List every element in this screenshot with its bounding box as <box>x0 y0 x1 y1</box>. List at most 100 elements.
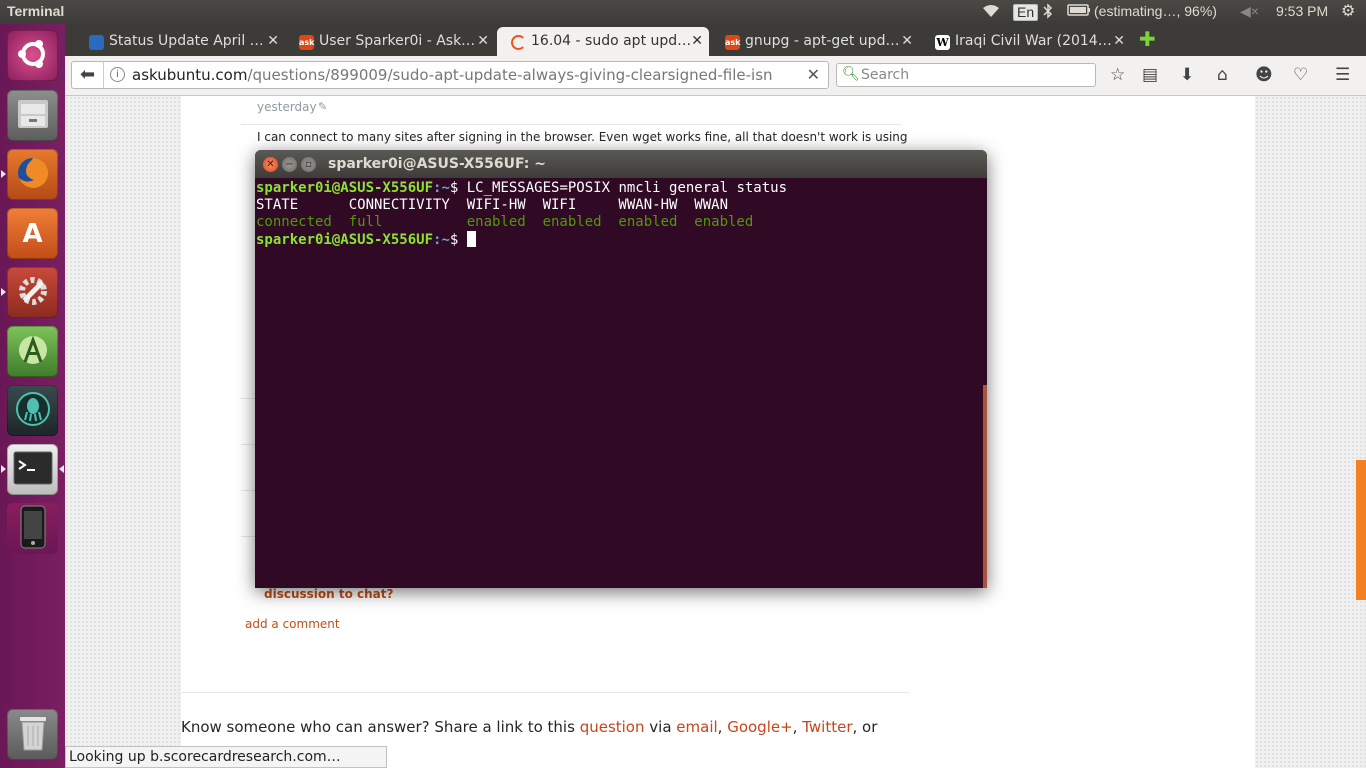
output-header-line: STATE CONNECTIVITY WIFI-HW WIFI WWAN-HW … <box>256 197 729 213</box>
shopping-bag-icon: A <box>22 218 43 249</box>
comment-divider <box>241 124 901 125</box>
wrench-gear-icon <box>14 272 52 314</box>
chat-bubble-icon[interactable]: ☻ <box>1255 65 1273 85</box>
url-text[interactable]: askubuntu.com/questions/899009/sudo-apt-… <box>132 66 772 84</box>
close-window-icon[interactable]: ✕ <box>263 157 278 172</box>
pocket-icon[interactable]: ♡ <box>1293 65 1308 85</box>
wifi-icon[interactable] <box>981 3 1001 22</box>
page-scrollbar-thumb[interactable] <box>1356 460 1366 600</box>
tab-sudo-apt-update[interactable]: 16.04 - sudo apt upd… ✕ <box>497 27 709 56</box>
terminal-prompt-line: sparker0i@ASUS-X556UF:~$ <box>256 231 984 248</box>
search-placeholder: Search <box>861 67 910 83</box>
url-host: askubuntu.com <box>132 66 248 84</box>
battery-icon[interactable] <box>1067 3 1091 20</box>
maximize-window-icon[interactable]: ▫ <box>301 157 316 172</box>
right-background <box>1255 96 1366 768</box>
navigation-toolbar: ⬅ i askubuntu.com/questions/899009/sudo-… <box>65 56 1366 96</box>
window-edge-highlight <box>983 385 987 588</box>
top-panel: Terminal En (estimating…, 96%) ◀× 9:53 P… <box>0 0 1366 24</box>
volume-muted-icon[interactable]: ◀× <box>1240 3 1259 20</box>
clock[interactable]: 9:53 PM <box>1276 3 1328 19</box>
back-arrow-icon[interactable]: ⬅ <box>72 62 104 88</box>
terminal-titlebar[interactable]: ✕ − ▫ sparker0i@ASUS-X556UF: ~ <box>255 150 987 178</box>
battery-status-text[interactable]: (estimating…, 96%) <box>1094 3 1217 19</box>
edited-timestamp[interactable]: yesterday <box>257 100 317 114</box>
askubuntu-favicon-icon: ask <box>725 35 740 50</box>
stop-loading-icon[interactable]: ✕ <box>807 65 820 84</box>
tab-status-update[interactable]: Status Update April … ✕ <box>75 27 285 56</box>
share-googleplus-link[interactable]: Google+ <box>727 718 792 736</box>
share-prefix: Know someone who can answer? Share a lin… <box>181 718 580 736</box>
settings-gear-icon[interactable]: ⚙ <box>1341 1 1355 21</box>
url-bar[interactable]: ⬅ i askubuntu.com/questions/899009/sudo-… <box>71 61 829 89</box>
close-tab-icon[interactable]: ✕ <box>901 33 913 49</box>
section-divider <box>181 692 909 693</box>
prompt-path: :~ <box>433 180 450 196</box>
ubuntu-logo-icon <box>16 37 50 75</box>
file-cabinet-icon <box>15 96 51 136</box>
keyboard-layout-indicator[interactable]: En <box>1013 4 1039 21</box>
pencil-edit-icon[interactable]: ✎ <box>318 100 327 113</box>
reading-list-icon[interactable]: ▤ <box>1142 65 1158 85</box>
bookmark-star-icon[interactable]: ☆ <box>1110 65 1125 85</box>
files-launcher-button[interactable] <box>7 90 58 141</box>
close-tab-icon[interactable]: ✕ <box>691 33 703 49</box>
squid-icon <box>14 390 52 432</box>
share-or: , or <box>852 718 878 736</box>
system-settings-button[interactable] <box>7 267 58 318</box>
terminal-running-indicator <box>1 465 6 473</box>
site-info-icon[interactable]: i <box>110 67 125 82</box>
search-engine-icon[interactable]: 🔍︎ <box>842 66 860 82</box>
trash-launcher-button[interactable] <box>7 709 58 760</box>
text-cursor <box>466 231 476 247</box>
downloads-arrow-icon[interactable]: ⬇ <box>1180 65 1194 85</box>
askubuntu-favicon-icon: ask <box>299 35 314 50</box>
prompt-path: :~ <box>433 232 450 248</box>
search-bar[interactable]: 🔍︎ Search <box>836 63 1096 87</box>
output-status-line: connected full enabled enabled enabled e… <box>256 214 754 230</box>
share-sentence: Know someone who can answer? Share a lin… <box>181 718 878 736</box>
terminal-title: sparker0i@ASUS-X556UF: ~ <box>328 156 547 172</box>
firefox-launcher-button[interactable] <box>7 149 58 200</box>
home-icon[interactable]: ⌂ <box>1217 65 1228 85</box>
terminal-window[interactable]: ✕ − ▫ sparker0i@ASUS-X556UF: ~ sparker0i… <box>255 150 987 588</box>
tab-iraqi-civil-war[interactable]: W Iraqi Civil War (2014… ✕ <box>921 27 1131 56</box>
prompt-symbol: $ <box>449 232 467 248</box>
terminal-icon <box>13 451 53 489</box>
share-twitter-link[interactable]: Twitter <box>802 718 852 736</box>
tab-label: Iraqi Civil War (2014… <box>955 33 1112 49</box>
terminal-screen[interactable]: sparker0i@ASUS-X556UF:~$ LC_MESSAGES=POS… <box>256 180 984 586</box>
wikipedia-favicon-icon: W <box>935 35 950 50</box>
tab-user-sparker0i[interactable]: ask User Sparker0i - Ask… ✕ <box>285 27 495 56</box>
dash-home-button[interactable] <box>7 30 58 81</box>
left-background <box>65 96 181 768</box>
firefox-icon <box>14 154 52 196</box>
gitkraken-button[interactable] <box>7 385 58 436</box>
hamburger-menu-icon[interactable]: ☰ <box>1335 65 1350 85</box>
browser-status-bar: Looking up b.scorecardresearch.com… <box>65 746 387 768</box>
tab-label: Status Update April … <box>109 33 264 49</box>
terminal-launcher-button[interactable] <box>7 444 58 495</box>
share-email-link[interactable]: email <box>676 718 717 736</box>
new-tab-plus-icon[interactable]: ✚ <box>1139 29 1156 49</box>
software-center-button[interactable]: A <box>7 208 58 259</box>
terminal-focused-indicator <box>59 465 64 473</box>
command-text: LC_MESSAGES=POSIX nmcli general status <box>466 180 788 196</box>
android-studio-button[interactable] <box>7 326 58 377</box>
minimize-window-icon[interactable]: − <box>282 157 297 172</box>
tab-label: 16.04 - sudo apt upd… <box>531 33 692 49</box>
close-tab-icon[interactable]: ✕ <box>1113 33 1125 49</box>
share-question-link[interactable]: question <box>580 718 645 736</box>
close-tab-icon[interactable]: ✕ <box>267 33 279 49</box>
phone-launcher-button[interactable] <box>7 503 58 554</box>
phone-icon <box>19 505 47 553</box>
url-path: /questions/899009/sudo-apt-update-always… <box>247 66 772 84</box>
close-tab-icon[interactable]: ✕ <box>477 33 489 49</box>
bluetooth-icon[interactable] <box>1043 3 1053 22</box>
move-to-chat-link[interactable]: discussion to chat? <box>264 587 393 601</box>
unity-launcher: A <box>0 24 65 768</box>
firefox-running-indicator <box>1 170 6 178</box>
android-icon <box>15 332 51 372</box>
add-comment-link[interactable]: add a comment <box>245 617 340 631</box>
tab-gnupg[interactable]: ask gnupg - apt-get upd… ✕ <box>711 27 919 56</box>
